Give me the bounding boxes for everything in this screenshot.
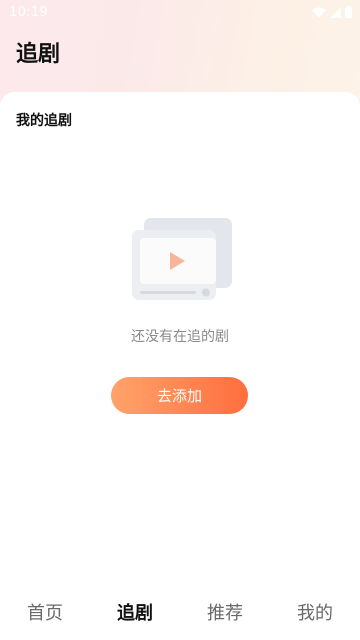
tab-mine[interactable]: 我的: [270, 599, 360, 625]
tab-home-label: 首页: [27, 603, 63, 624]
page-title: 追剧: [16, 42, 61, 67]
status-bar: 10:19: [0, 0, 360, 24]
empty-message: 还没有在追的剧: [131, 329, 229, 345]
video-placeholder-icon: [132, 218, 232, 300]
signal-icon: [330, 6, 341, 18]
add-button[interactable]: 去添加: [111, 377, 248, 414]
tab-recommend[interactable]: 推荐: [180, 599, 270, 625]
wifi-icon: [312, 7, 326, 18]
battery-icon: [345, 6, 352, 18]
status-time: 10:19: [9, 4, 48, 20]
content-card: 我的追剧 还没有在追的剧 去添加: [0, 92, 360, 640]
tab-mine-label: 我的: [297, 603, 333, 624]
tab-recommend-label: 推荐: [207, 603, 243, 624]
tab-following[interactable]: 追剧: [90, 599, 180, 625]
tab-home[interactable]: 首页: [0, 599, 90, 625]
tab-following-label: 追剧: [117, 603, 153, 624]
bottom-tab-bar: 首页 追剧 推荐 我的: [0, 588, 360, 636]
section-title: 我的追剧: [16, 113, 72, 129]
add-button-label: 去添加: [156, 387, 202, 405]
status-icons: [312, 6, 352, 18]
